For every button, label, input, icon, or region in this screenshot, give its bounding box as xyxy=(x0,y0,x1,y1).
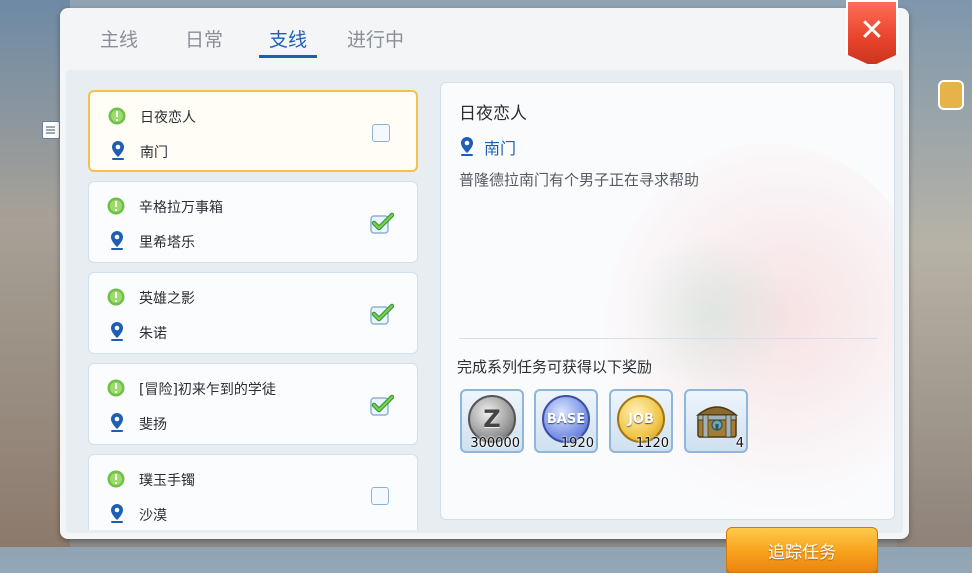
quest-title: 英雄之影 xyxy=(139,291,195,307)
quest-marker-icon xyxy=(107,379,125,397)
treasure-chest-icon xyxy=(695,406,739,438)
quest-title: 日夜恋人 xyxy=(140,110,196,126)
quest-location: 里希塔乐 xyxy=(139,235,195,251)
checked-checkbox-icon[interactable] xyxy=(370,394,394,416)
close-icon: ✕ xyxy=(859,13,885,48)
reward-job-exp[interactable]: JOB 1120 xyxy=(609,389,673,453)
reward-value: 300000 xyxy=(470,436,520,451)
tab-main[interactable]: 主线 xyxy=(100,25,138,52)
notice-board-icon xyxy=(42,121,60,139)
quest-location: 斐扬 xyxy=(139,417,167,433)
quest-item-0[interactable]: 日夜恋人 南门 xyxy=(88,90,418,172)
character-artwork-secondary xyxy=(631,233,791,393)
zeny-symbol: Z xyxy=(483,405,501,433)
quest-marker-icon xyxy=(107,470,125,488)
job-label: JOB xyxy=(628,411,654,427)
quest-location: 沙漠 xyxy=(139,508,167,524)
quest-item-1[interactable]: 辛格拉万事箱 里希塔乐 xyxy=(88,181,418,263)
quest-location: 朱诺 xyxy=(139,326,167,342)
location-pin-icon xyxy=(111,231,123,250)
quest-title: 璞玉手镯 xyxy=(139,473,195,489)
reward-chest[interactable]: 4 xyxy=(684,389,748,453)
base-label: BASE xyxy=(546,411,586,427)
tab-in-progress[interactable]: 进行中 xyxy=(347,25,404,52)
quest-panel: 主线 日常 支线 进行中 ✕ 日夜恋人 南门 辛格拉万事箱 里希塔乐 英雄之影 … xyxy=(60,0,909,573)
quest-marker-icon xyxy=(108,107,126,125)
reward-value: 1920 xyxy=(560,436,594,451)
reward-label: 完成系列任务可获得以下奖励 xyxy=(457,358,653,376)
location-pin-icon xyxy=(111,504,123,523)
quest-title: 辛格拉万事箱 xyxy=(139,200,223,216)
quest-item-4[interactable]: 璞玉手镯 沙漠 xyxy=(88,454,418,530)
detail-title: 日夜恋人 xyxy=(459,104,527,124)
tab-side[interactable]: 支线 xyxy=(269,25,307,52)
reward-zeny[interactable]: Z 300000 xyxy=(460,389,524,453)
quest-tabs: 主线 日常 支线 进行中 xyxy=(60,8,909,68)
detail-location-link[interactable]: 南门 xyxy=(484,135,516,159)
quest-item-3[interactable]: [冒险]初来乍到的学徒 斐扬 xyxy=(88,363,418,445)
reward-value: 1120 xyxy=(635,436,669,451)
detail-description: 普隆德拉南门有个男子正在寻求帮助 xyxy=(459,171,700,189)
active-tab-indicator xyxy=(259,55,317,58)
checked-checkbox-icon[interactable] xyxy=(370,212,394,234)
reward-value: 4 xyxy=(735,436,744,451)
location-pin-icon xyxy=(112,141,124,160)
track-checkbox[interactable] xyxy=(371,487,389,505)
quest-marker-icon xyxy=(107,288,125,306)
track-checkbox[interactable] xyxy=(372,124,390,142)
quest-item-2[interactable]: 英雄之影 朱诺 xyxy=(88,272,418,354)
quest-location: 南门 xyxy=(140,145,168,161)
quest-detail: 日夜恋人 南门 普隆德拉南门有个男子正在寻求帮助 完成系列任务可获得以下奖励 Z… xyxy=(440,82,895,520)
reward-base-exp[interactable]: BASE 1920 xyxy=(534,389,598,453)
close-button[interactable]: ✕ xyxy=(846,0,898,66)
checked-checkbox-icon[interactable] xyxy=(370,303,394,325)
npc-character xyxy=(938,80,964,110)
location-pin-icon xyxy=(111,413,123,432)
location-pin-icon xyxy=(461,137,473,156)
track-quest-button[interactable]: 追踪任务 xyxy=(726,527,878,573)
quest-list[interactable]: 日夜恋人 南门 辛格拉万事箱 里希塔乐 英雄之影 朱诺 [冒险]初来乍到的学徒 … xyxy=(86,90,424,530)
location-pin-icon xyxy=(111,322,123,341)
quest-title: [冒险]初来乍到的学徒 xyxy=(139,382,276,398)
quest-marker-icon xyxy=(107,197,125,215)
divider xyxy=(459,338,877,339)
tab-daily[interactable]: 日常 xyxy=(185,25,223,52)
quest-content: 日夜恋人 南门 辛格拉万事箱 里希塔乐 英雄之影 朱诺 [冒险]初来乍到的学徒 … xyxy=(66,70,903,573)
